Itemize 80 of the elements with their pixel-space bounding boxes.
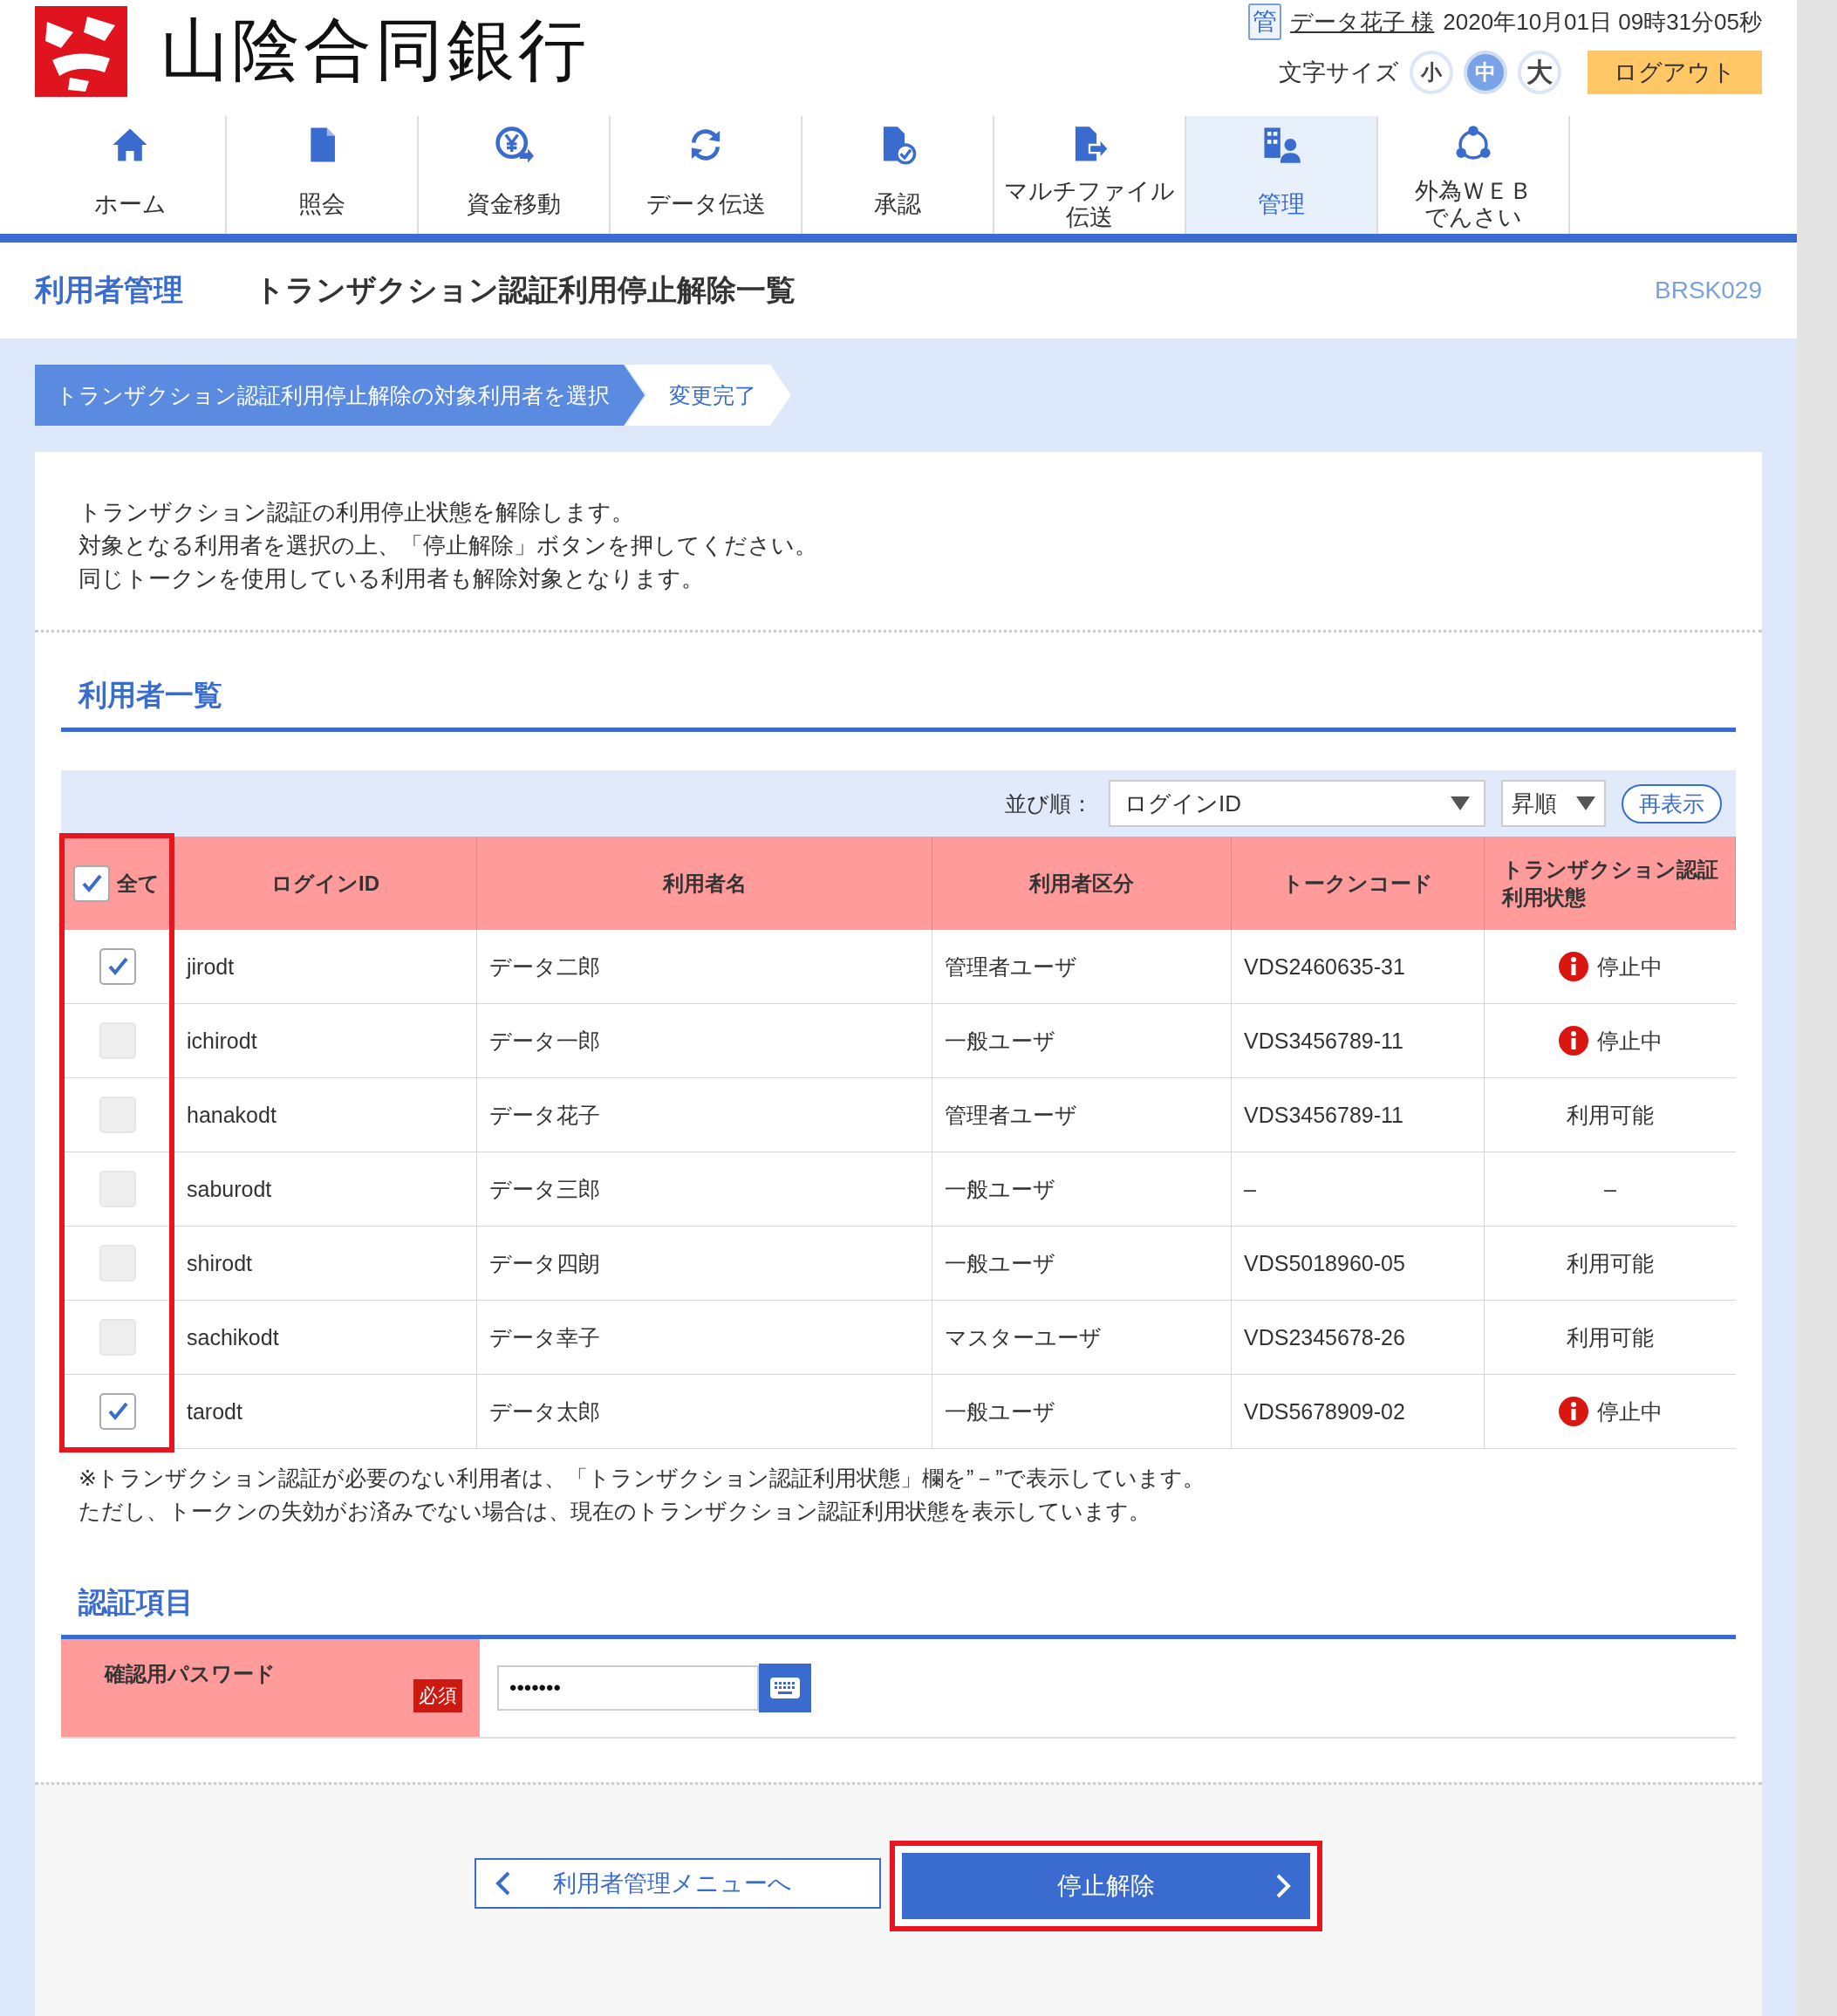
table-cell: データ四朗 xyxy=(477,1227,932,1301)
yen-transfer-icon xyxy=(494,125,534,165)
status-text: – xyxy=(1604,1176,1616,1202)
column-header: 利用者区分 xyxy=(932,837,1232,930)
status-text: 利用可能 xyxy=(1567,1249,1654,1277)
dropdown-arrow-icon xyxy=(1576,796,1595,810)
status-text: 停止中 xyxy=(1596,1398,1663,1425)
column-header: ログインID xyxy=(174,837,477,930)
sort-label: 並び順： xyxy=(1005,789,1093,817)
status-text: 利用可能 xyxy=(1567,1323,1654,1351)
sort-field-select[interactable]: ログインID xyxy=(1109,780,1485,827)
font-size-button[interactable]: 大 xyxy=(1518,51,1561,94)
table-cell: shirodt xyxy=(174,1227,477,1301)
bank-name: 山陰合同銀行 xyxy=(160,10,590,90)
table-cell: VDS5018960-05 xyxy=(1232,1227,1485,1301)
password-field[interactable]: ••••••• xyxy=(497,1665,759,1711)
table-cell: sachikodt xyxy=(174,1301,477,1375)
role-badge: 管 xyxy=(1248,3,1282,40)
field-label: 確認用パスワード xyxy=(105,1661,276,1687)
column-header: トークンコード xyxy=(1232,837,1485,930)
keyboard-icon xyxy=(770,1678,800,1698)
table-cell: – xyxy=(1232,1152,1485,1227)
status-text: 停止中 xyxy=(1596,1027,1663,1055)
section-title: 利用者管理 xyxy=(35,272,183,308)
page-title: トランザクション認証利用停止解除一覧 xyxy=(255,272,796,308)
table-cell: データ一郎 xyxy=(477,1004,932,1078)
table-cell: 一般ユーザ xyxy=(932,1375,1232,1449)
table-cell: tarodt xyxy=(174,1375,477,1449)
table-cell: データ花子 xyxy=(477,1078,932,1152)
column-header: 全て xyxy=(117,870,160,897)
section-heading: 利用者一覧 xyxy=(61,632,1736,732)
logo-icon xyxy=(35,5,127,97)
screen-id: BRSK029 xyxy=(1655,277,1762,304)
login-datetime: 2020年10月01日 09時31分05秒 xyxy=(1443,7,1762,37)
instruction-text: 同じトークンを使用している利用者も解除対象となります。 xyxy=(79,564,705,593)
table-cell: 一般ユーザ xyxy=(932,1004,1232,1078)
table-cell: ichirodt xyxy=(174,1004,477,1078)
table-cell: VDS3456789-11 xyxy=(1232,1078,1485,1152)
row-checkbox[interactable] xyxy=(99,1393,136,1430)
table-cell: jirodt xyxy=(174,930,477,1004)
note-text: ただし、トークンの失効がお済みでない場合は、現在のトランザクション認証利用状態を表示しています。 xyxy=(79,1498,1151,1525)
table-cell: マスターユーザ xyxy=(932,1301,1232,1375)
table-cell: データ三郎 xyxy=(477,1152,932,1227)
submit-button[interactable]: 停止解除 xyxy=(902,1853,1310,1919)
table-cell: hanakodt xyxy=(174,1078,477,1152)
table-cell: 一般ユーザ xyxy=(932,1152,1232,1227)
refresh-button[interactable]: 再表示 xyxy=(1622,783,1722,823)
note-text: ※トランザクション認証が必要のない利用者は、「トランザクション認証利用状態」欄を”－”で表示しています。 xyxy=(79,1465,1205,1492)
table-cell: 一般ユーザ xyxy=(932,1227,1232,1301)
table-cell: 管理者ユーザ xyxy=(932,930,1232,1004)
column-header: 利用者名 xyxy=(477,837,932,930)
instruction-text: 対象となる利用者を選択の上、「停止解除」ボタンを押してください。 xyxy=(79,531,818,560)
back-button[interactable]: 利用者管理メニューへ xyxy=(475,1858,881,1909)
instruction-text: トランザクション認証の利用停止状態を解除します。 xyxy=(79,498,635,527)
logout-button[interactable]: ログアウト xyxy=(1588,51,1762,94)
status-text: 停止中 xyxy=(1596,953,1663,981)
nav-tab[interactable]: 管理 xyxy=(1186,116,1378,234)
table-cell: VDS2460635-31 xyxy=(1232,930,1485,1004)
table-cell: 管理者ユーザ xyxy=(932,1078,1232,1152)
status-text: 利用可能 xyxy=(1567,1101,1654,1129)
table-cell: saburodt xyxy=(174,1152,477,1227)
table-cell: VDS5678909-02 xyxy=(1232,1375,1485,1449)
row-checkbox[interactable] xyxy=(99,948,136,985)
font-size-label: 文字サイズ xyxy=(1279,58,1399,87)
required-badge: 必須 xyxy=(413,1679,462,1712)
font-size-button[interactable]: 小 xyxy=(1410,51,1453,94)
select-all-checkbox[interactable] xyxy=(73,864,110,902)
column-header: トランザクション認証 利用状態 xyxy=(1485,837,1736,930)
sort-order-select[interactable]: 昇順 xyxy=(1501,780,1606,827)
table-cell: データ太郎 xyxy=(477,1375,932,1449)
building-person-icon xyxy=(1261,125,1301,165)
table-cell: VDS3456789-11 xyxy=(1232,1004,1485,1078)
progress-step: 変更完了 xyxy=(625,365,791,426)
table-cell: データ幸子 xyxy=(477,1301,932,1375)
table-cell: VDS2345678-26 xyxy=(1232,1301,1485,1375)
dropdown-arrow-icon xyxy=(1451,796,1470,810)
user-name-link[interactable]: データ花子 様 xyxy=(1290,6,1435,38)
progress-step: トランザクション認証利用停止解除の対象利用者を選択 xyxy=(35,365,645,426)
table-cell: データ二郎 xyxy=(477,930,932,1004)
keyboard-button[interactable] xyxy=(759,1664,811,1712)
